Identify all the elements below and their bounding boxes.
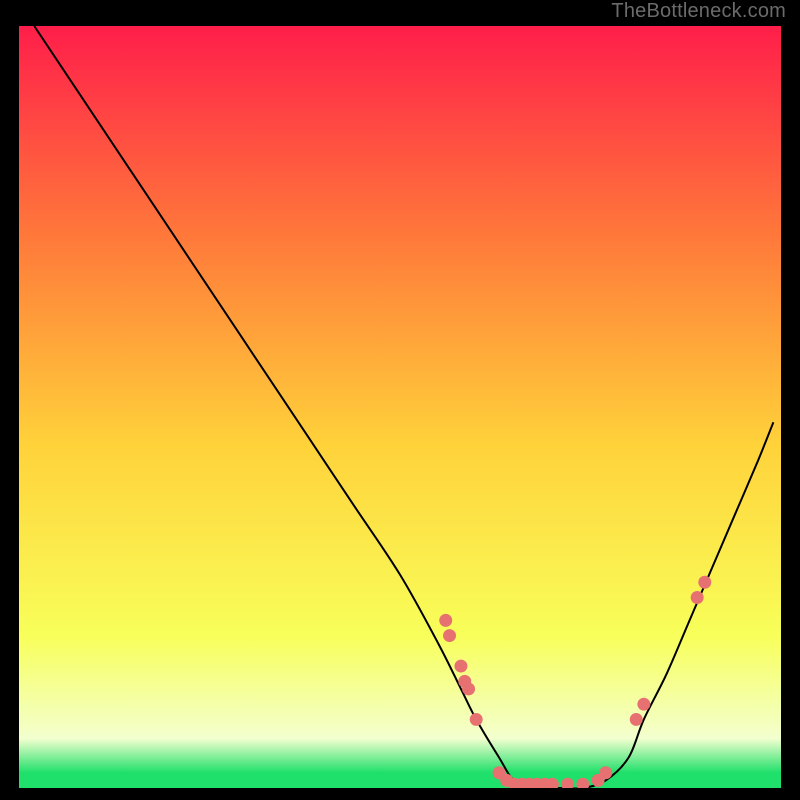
chart-marker [561,778,574,788]
chart-svg [19,26,781,788]
chart-marker [698,576,711,589]
chart-marker [637,698,650,711]
chart-frame [13,20,787,794]
chart-marker [439,614,452,627]
chart-marker [470,713,483,726]
chart-marker [599,766,612,779]
bottleneck-curve-path [34,26,773,788]
chart-marker [691,591,704,604]
chart-marker [576,778,589,788]
chart-marker [443,629,456,642]
chart-curve [34,26,773,788]
chart-marker [454,660,467,673]
chart-plot-area [19,26,781,788]
chart-marker [630,713,643,726]
chart-marker [462,682,475,695]
chart-markers [439,576,711,788]
